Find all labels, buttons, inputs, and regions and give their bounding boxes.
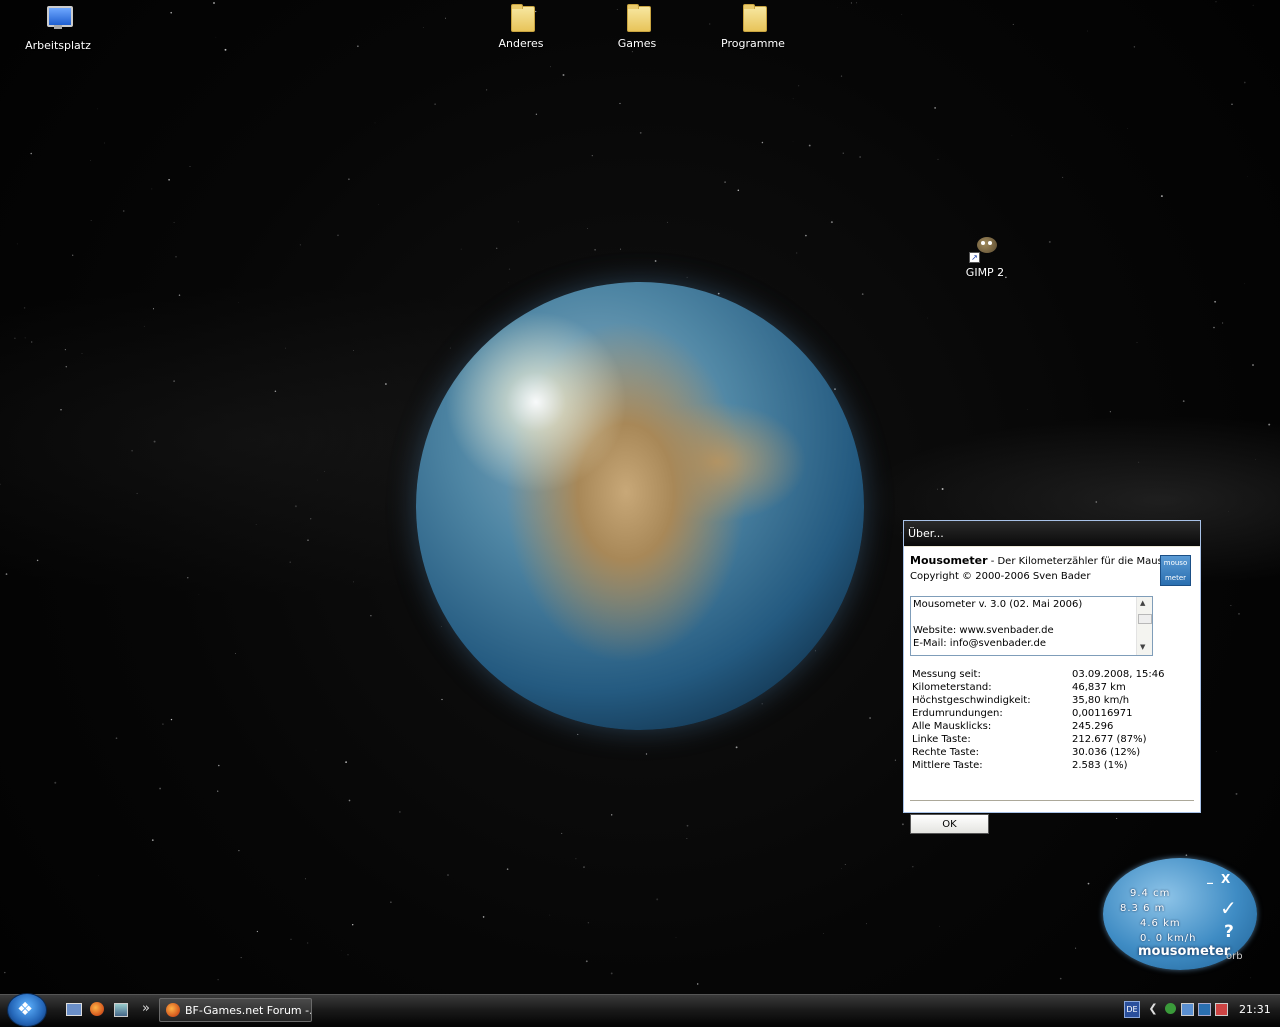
info-website: Website: www.svenbader.de [913, 625, 1054, 636]
stats-row: Rechte Taste: 30.036 (12%) [912, 746, 1192, 759]
desktop-icon-label: Programme [708, 37, 798, 50]
stat-value: 2.583 (1%) [1072, 759, 1127, 772]
mousometer-logo-icon: mouso meter [1160, 555, 1191, 586]
stats-row: Linke Taste: 212.677 (87%) [912, 733, 1192, 746]
firefox-icon[interactable] [90, 1001, 106, 1017]
folder-icon [737, 2, 769, 34]
quicklaunch-overflow-icon[interactable]: » [138, 1001, 154, 1017]
app-title-line: Mousometer - Der Kilometerzähler für die… [910, 554, 1163, 567]
version-info-textbox[interactable]: Mousometer v. 3.0 (02. Mai 2006) Website… [910, 596, 1153, 656]
desktop-icon-anderes[interactable]: Anderes [476, 2, 566, 50]
stats-row: Mittlere Taste: 2.583 (1%) [912, 759, 1192, 772]
app-name: Mousometer [910, 554, 988, 567]
about-dialog: Über... Mousometer - Der Kilometerzähler… [903, 520, 1201, 813]
stat-key: Höchstgeschwindigkeit: [912, 694, 1031, 707]
stats-row: Höchstgeschwindigkeit: 35,80 km/h [912, 694, 1192, 707]
stat-value: 245.296 [1072, 720, 1113, 733]
tray-app-icon[interactable] [1163, 1002, 1177, 1016]
taskbar-button-label: BF-Games.net Forum -... [185, 1004, 312, 1017]
copyright-text: Copyright © 2000-2006 Sven Bader [910, 571, 1090, 582]
orb-distance-m: 8.3 6 m [1120, 903, 1165, 914]
start-button[interactable]: ❖ [7, 993, 47, 1027]
check-icon[interactable]: ✓ [1220, 896, 1237, 920]
dialog-separator [910, 800, 1194, 801]
taskbar-clock[interactable]: 21:31 [1239, 995, 1271, 1025]
logo-text-bottom: meter [1161, 574, 1190, 583]
taskbar: ❖ » BF-Games.net Forum -... DE ❮ 21:31 [0, 994, 1280, 1025]
stat-value: 35,80 km/h [1072, 694, 1129, 707]
desktop-icon-label: GIMP 2 [940, 266, 1030, 279]
info-email: E-Mail: info@svenbader.de [913, 638, 1046, 649]
stat-value: 0,00116971 [1072, 707, 1132, 720]
firefox-icon [166, 1003, 180, 1017]
orb-distance-km: 4.6 km [1140, 918, 1181, 929]
language-indicator[interactable]: DE [1124, 1001, 1140, 1018]
orb-minimize-button[interactable]: _ [1207, 870, 1213, 884]
desktop-icon-gimp[interactable]: ↗ GIMP 2 [940, 231, 1030, 279]
dialog-title[interactable]: Über... [904, 521, 1200, 546]
network-tray-icon[interactable] [1180, 1002, 1194, 1016]
desktop: Arbeitsplatz Anderes Games Programme ↗ G… [0, 0, 1280, 994]
mousometer-tray-icon[interactable] [1197, 1002, 1211, 1016]
desktop-icon-label: Arbeitsplatz [13, 39, 103, 52]
taskbar-button-firefox[interactable]: BF-Games.net Forum -... [159, 998, 312, 1022]
ok-button[interactable]: OK [910, 814, 989, 834]
network-icon[interactable] [113, 1001, 129, 1017]
logo-text-top: mouso [1161, 559, 1190, 568]
orb-close-button[interactable]: X [1221, 872, 1230, 886]
stat-key: Rechte Taste: [912, 746, 979, 759]
scroll-thumb[interactable] [1138, 614, 1152, 624]
stats-row: Alle Mausklicks: 245.296 [912, 720, 1192, 733]
desktop-icon-label: Anderes [476, 37, 566, 50]
desktop-icon-label: Games [592, 37, 682, 50]
stat-value: 212.677 (87%) [1072, 733, 1147, 746]
info-version: Mousometer v. 3.0 (02. Mai 2006) [913, 599, 1082, 610]
app-tagline: - Der Kilometerzähler für die Maus [988, 556, 1163, 567]
chevron-left-icon[interactable]: ❮ [1146, 1002, 1160, 1016]
orb-speed: 0. 0 km/h [1140, 933, 1197, 944]
computer-icon [42, 4, 74, 36]
scroll-down-icon[interactable]: ▼ [1140, 643, 1145, 651]
desktop-icon-arbeitsplatz[interactable]: Arbeitsplatz [13, 4, 103, 52]
show-desktop-icon[interactable] [66, 1001, 82, 1017]
security-tray-icon[interactable] [1214, 1002, 1228, 1016]
help-icon[interactable]: ? [1224, 922, 1234, 942]
earth-wallpaper-globe [416, 282, 864, 730]
windows-logo-icon: ❖ [17, 999, 33, 1020]
desktop-icon-programme[interactable]: Programme [708, 2, 798, 50]
dialog-body: Mousometer - Der Kilometerzähler für die… [904, 547, 1200, 812]
stats-row: Kilometerstand: 46,837 km [912, 681, 1192, 694]
scroll-up-icon[interactable]: ▲ [1140, 599, 1145, 607]
info-scrollbar[interactable]: ▲ ▼ [1136, 597, 1152, 655]
stats-row: Messung seit: 03.09.2008, 15:46 [912, 668, 1192, 681]
desktop-icon-games[interactable]: Games [592, 2, 682, 50]
stats-row: Erdumrundungen: 0,00116971 [912, 707, 1192, 720]
orb-brand: mousometer [1138, 944, 1230, 959]
stat-value: 46,837 km [1072, 681, 1126, 694]
stat-value: 03.09.2008, 15:46 [1072, 668, 1164, 681]
orb-distance-cm: 9.4 cm [1130, 888, 1170, 899]
stat-key: Kilometerstand: [912, 681, 992, 694]
shortcut-arrow-icon: ↗ [969, 252, 980, 263]
stat-key: Mittlere Taste: [912, 759, 983, 772]
stats-table: Messung seit: 03.09.2008, 15:46 Kilometer… [912, 668, 1192, 772]
gimp-icon: ↗ [969, 231, 1001, 263]
stat-value: 30.036 (12%) [1072, 746, 1140, 759]
stat-key: Alle Mausklicks: [912, 720, 991, 733]
orb-tag-label: orb [1226, 951, 1243, 962]
stat-key: Linke Taste: [912, 733, 971, 746]
stat-key: Messung seit: [912, 668, 981, 681]
stat-key: Erdumrundungen: [912, 707, 1003, 720]
folder-icon [505, 2, 537, 34]
folder-icon [621, 2, 653, 34]
